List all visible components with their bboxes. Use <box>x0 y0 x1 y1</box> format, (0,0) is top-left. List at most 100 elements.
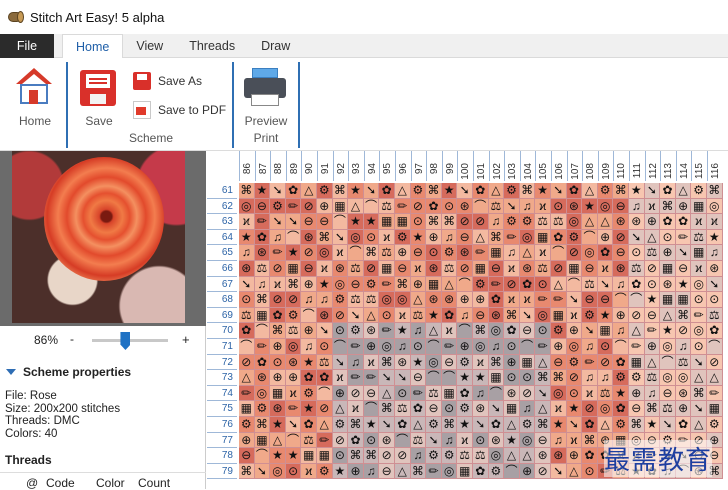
stitch-cell[interactable]: ϰ <box>379 229 395 246</box>
stitch-cell[interactable]: ⊛ <box>239 261 255 277</box>
stitch-cell[interactable]: ⊖ <box>644 307 661 324</box>
stitch-cell[interactable]: ⊛ <box>270 401 286 417</box>
stitch-cell[interactable]: ▦ <box>379 261 395 277</box>
stitch-cell[interactable]: ⌘ <box>691 385 707 402</box>
stitch-cell[interactable]: ✏ <box>629 339 645 355</box>
stitch-cell[interactable]: ✿ <box>473 183 489 199</box>
stitch-cell[interactable]: ⌘ <box>379 401 395 417</box>
stitch-cell[interactable]: ★ <box>644 417 661 433</box>
stitch-cell[interactable]: △ <box>239 370 255 386</box>
stitch-cell[interactable]: ϰ <box>597 261 614 277</box>
stitch-cell[interactable]: ★ <box>613 385 629 402</box>
stitch-cell[interactable]: ⌘ <box>363 448 380 464</box>
stitch-cell[interactable]: ⌒ <box>285 432 302 449</box>
stitch-cell[interactable]: ▦ <box>660 292 676 308</box>
stitch-cell[interactable]: ⊘ <box>613 229 629 246</box>
stitch-cell[interactable]: ⊖ <box>317 214 333 230</box>
stitch-cell[interactable]: ◎ <box>426 354 442 371</box>
stitch-cell[interactable]: ▦ <box>254 432 271 449</box>
stitch-cell[interactable]: ★ <box>317 276 333 293</box>
stitch-cell[interactable]: ⌘ <box>441 417 458 433</box>
stitch-cell[interactable]: ⚖ <box>675 354 692 371</box>
column-color[interactable]: Color <box>96 473 138 490</box>
stitch-cell[interactable]: ⌒ <box>551 245 567 261</box>
stitch-cell[interactable]: ✏ <box>535 292 551 308</box>
stitch-cell[interactable]: ▦ <box>441 385 458 402</box>
stitch-cell[interactable]: ⚖ <box>363 292 380 308</box>
stitch-cell[interactable]: ✿ <box>707 323 723 339</box>
stitch-cell[interactable]: ⊛ <box>613 261 629 277</box>
stitch-cell[interactable]: ⚖ <box>629 261 645 277</box>
stitch-cell[interactable]: ✏ <box>379 276 395 293</box>
stitch-cell[interactable]: ⌘ <box>660 198 676 215</box>
stitch-cell[interactable]: ⚖ <box>597 385 614 402</box>
stitch-cell[interactable]: △ <box>691 370 707 386</box>
stitch-cell[interactable]: ⚖ <box>348 292 364 308</box>
stitch-cell[interactable]: ⊘ <box>270 261 286 277</box>
stitch-cell[interactable]: ⊛ <box>551 448 567 464</box>
stitch-cell[interactable]: ⊘ <box>535 463 551 480</box>
stitch-cell[interactable]: ⊙ <box>644 276 661 293</box>
stitch-cell[interactable]: ϰ <box>285 385 302 402</box>
stitch-cell[interactable]: ⌒ <box>301 307 317 324</box>
stitch-cell[interactable]: ⚖ <box>551 214 567 230</box>
stitch-cell[interactable]: ϰ <box>395 307 411 324</box>
stitch-cell[interactable]: ⊙ <box>660 229 676 246</box>
stitch-cell[interactable]: ϰ <box>317 261 333 277</box>
stitch-cell[interactable]: ✿ <box>582 448 598 464</box>
stitch-cell[interactable]: ⌒ <box>426 339 442 355</box>
stitch-cell[interactable]: ⊘ <box>239 354 255 371</box>
stitch-cell[interactable]: ◎ <box>660 339 676 355</box>
stitch-cell[interactable]: ϰ <box>270 276 286 293</box>
stitch-cell[interactable]: ⊙ <box>691 292 707 308</box>
stitch-cell[interactable]: ✏ <box>254 339 271 355</box>
stitch-cell[interactable]: ✿ <box>488 292 505 308</box>
stitch-cell[interactable]: ϰ <box>535 198 551 215</box>
stitch-cell[interactable]: ⚖ <box>395 401 411 417</box>
stitch-cell[interactable]: ⌘ <box>629 417 645 433</box>
stitch-cell[interactable]: ♫ <box>270 229 286 246</box>
stitch-cell[interactable]: △ <box>675 183 692 199</box>
stitch-cell[interactable]: ★ <box>348 183 364 199</box>
stitch-cell[interactable]: ⌘ <box>270 323 286 339</box>
stitch-cell[interactable]: △ <box>395 183 411 199</box>
stitch-grid[interactable]: 86 87 88 89 90 91 92 93 94 95 96 97 98 99 100 101 102 103… <box>207 151 728 489</box>
stitch-cell[interactable]: ⌒ <box>457 276 473 293</box>
stitch-cell[interactable]: ⊘ <box>348 385 364 402</box>
stitch-cell[interactable]: ⊙ <box>473 432 489 449</box>
tab-home[interactable]: Home <box>62 34 124 59</box>
stitch-cell[interactable]: ⊙ <box>629 245 645 261</box>
stitch-cell[interactable]: ◎ <box>582 245 598 261</box>
stitch-cell[interactable]: △ <box>535 354 551 371</box>
stitch-cell[interactable]: ⊖ <box>239 448 255 464</box>
stitch-cell[interactable]: ⌘ <box>504 307 520 324</box>
stitch-cell[interactable]: ⌘ <box>582 432 598 449</box>
stitch-cell[interactable]: ⊖ <box>613 245 629 261</box>
stitch-cell[interactable]: ★ <box>597 307 614 324</box>
stitch-cell[interactable]: ⊘ <box>473 214 489 230</box>
stitch-cell[interactable]: ⊙ <box>551 198 567 215</box>
stitch-cell[interactable]: ◎ <box>488 448 505 464</box>
stitch-cell[interactable]: ⊘ <box>566 370 583 386</box>
save-to-pdf-button[interactable]: Save to PDF <box>133 100 226 120</box>
stitch-cell[interactable]: ⊘ <box>566 245 583 261</box>
stitch-cell[interactable]: ⊛ <box>473 401 489 417</box>
stitch-cell[interactable]: ϰ <box>457 432 473 449</box>
stitch-cell[interactable]: ⊕ <box>301 276 317 293</box>
stitch-cell[interactable]: ⊘ <box>285 292 302 308</box>
stitch-cell[interactable]: ♫ <box>519 401 536 417</box>
stitch-cell[interactable]: ✿ <box>317 370 333 386</box>
stitch-cell[interactable]: △ <box>551 276 567 293</box>
stitch-cell[interactable]: ⊛ <box>457 198 473 215</box>
stitch-cell[interactable]: ★ <box>660 323 676 339</box>
stitch-cell[interactable]: ⊖ <box>395 261 411 277</box>
stitch-cell[interactable]: ⊖ <box>301 214 317 230</box>
stitch-cell[interactable]: ⊘ <box>332 432 349 449</box>
stitch-cell[interactable]: ➘ <box>457 183 473 199</box>
stitch-cell[interactable]: △ <box>629 323 645 339</box>
stitch-cell[interactable]: △ <box>332 401 349 417</box>
stitch-cell[interactable]: ▦ <box>332 198 349 215</box>
stitch-cell[interactable]: ⚙ <box>332 417 349 433</box>
stitch-cell[interactable]: ⌒ <box>332 339 349 355</box>
stitch-cell[interactable]: ⌘ <box>473 323 489 339</box>
